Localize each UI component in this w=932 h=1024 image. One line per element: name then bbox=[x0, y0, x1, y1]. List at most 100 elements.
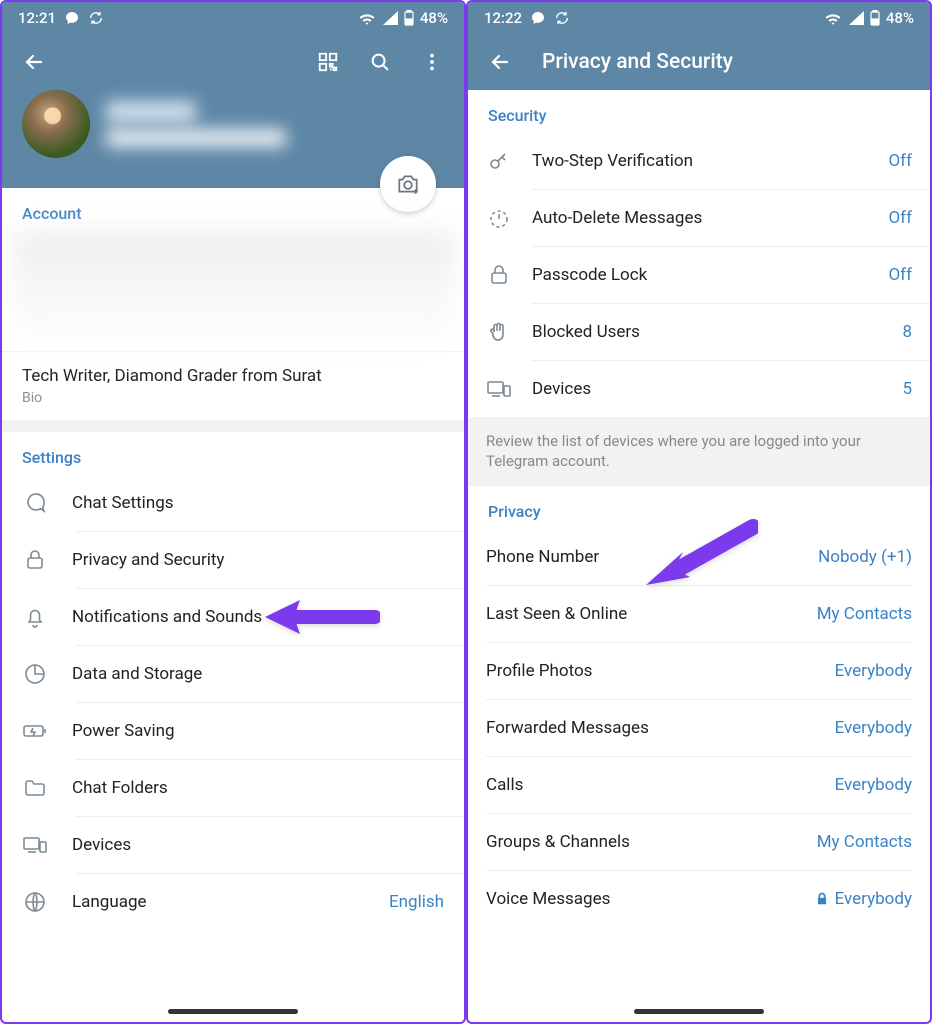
row-label: Calls bbox=[486, 775, 835, 795]
key-icon bbox=[487, 149, 511, 173]
row-label: Auto-Delete Messages bbox=[532, 208, 868, 228]
row-value: My Contacts bbox=[817, 832, 912, 852]
folder-icon bbox=[23, 776, 47, 800]
settings-item-notifications[interactable]: Notifications and Sounds bbox=[2, 589, 464, 645]
row-value: My Contacts bbox=[817, 604, 912, 624]
globe-icon bbox=[23, 890, 47, 914]
settings-item-label: Data and Storage bbox=[72, 664, 444, 684]
status-bar: 12:21 48% bbox=[2, 2, 464, 34]
profile-row bbox=[2, 90, 464, 158]
lock-icon bbox=[487, 263, 511, 287]
profile-header: 12:21 48% bbox=[2, 2, 464, 188]
search-button[interactable] bbox=[358, 40, 402, 84]
settings-screen: 12:21 48% bbox=[0, 0, 466, 1024]
settings-item-data[interactable]: Data and Storage bbox=[2, 646, 464, 702]
chat-bubble-icon bbox=[530, 10, 546, 26]
settings-item-label: Power Saving bbox=[72, 721, 444, 741]
row-two-step[interactable]: Two-Step Verification Off bbox=[468, 133, 930, 189]
row-value: Off bbox=[888, 151, 912, 171]
settings-item-label: Notifications and Sounds bbox=[72, 607, 444, 627]
arrow-left-icon bbox=[488, 50, 512, 74]
settings-item-language[interactable]: Language English bbox=[2, 874, 464, 930]
row-label: Two-Step Verification bbox=[532, 151, 868, 171]
settings-section-header: Settings bbox=[2, 432, 464, 475]
lock-icon bbox=[23, 548, 47, 572]
battery-percent: 48% bbox=[420, 9, 448, 27]
settings-item-value: English bbox=[389, 892, 444, 912]
chat-icon bbox=[23, 491, 47, 515]
row-label: Profile Photos bbox=[486, 661, 835, 681]
nav-handle[interactable] bbox=[168, 1009, 298, 1014]
row-autodelete[interactable]: Auto-Delete Messages Off bbox=[468, 190, 930, 246]
row-label: Last Seen & Online bbox=[486, 604, 817, 624]
profile-status-blurred bbox=[106, 129, 286, 147]
row-value: Everybody bbox=[835, 775, 912, 795]
camera-plus-icon bbox=[395, 171, 421, 197]
row-value: Off bbox=[888, 208, 912, 228]
settings-item-label: Chat Folders bbox=[72, 778, 444, 798]
devices-icon bbox=[22, 833, 48, 857]
row-phone-number[interactable]: Phone Number Nobody (+1) bbox=[468, 529, 930, 585]
row-groups[interactable]: Groups & Channels My Contacts bbox=[468, 814, 930, 870]
row-value: 5 bbox=[902, 379, 912, 399]
security-section-header: Security bbox=[468, 90, 930, 133]
row-value: Everybody bbox=[815, 889, 912, 909]
row-forwarded[interactable]: Forwarded Messages Everybody bbox=[468, 700, 930, 756]
sync-icon bbox=[554, 10, 570, 26]
battery-icon bbox=[404, 10, 414, 26]
battery-charge-icon bbox=[22, 719, 48, 743]
row-calls[interactable]: Calls Everybody bbox=[468, 757, 930, 813]
wifi-icon bbox=[358, 11, 376, 25]
back-button[interactable] bbox=[12, 40, 56, 84]
signal-icon bbox=[382, 11, 398, 25]
settings-item-privacy[interactable]: Privacy and Security bbox=[2, 532, 464, 588]
devices-icon bbox=[486, 377, 512, 401]
row-label: Devices bbox=[532, 379, 882, 399]
row-value: Everybody bbox=[835, 661, 912, 681]
row-label: Passcode Lock bbox=[532, 265, 868, 285]
settings-item-chat[interactable]: Chat Settings bbox=[2, 475, 464, 531]
toolbar bbox=[2, 34, 464, 90]
status-time: 12:22 bbox=[484, 9, 522, 27]
qr-button[interactable] bbox=[306, 40, 350, 84]
row-label: Blocked Users bbox=[532, 322, 882, 342]
battery-icon bbox=[870, 10, 880, 26]
more-vertical-icon bbox=[421, 51, 443, 73]
row-blocked[interactable]: Blocked Users 8 bbox=[468, 304, 930, 360]
settings-item-devices[interactable]: Devices bbox=[2, 817, 464, 873]
row-label: Voice Messages bbox=[486, 889, 815, 909]
more-button[interactable] bbox=[410, 40, 454, 84]
row-label: Forwarded Messages bbox=[486, 718, 835, 738]
settings-item-label: Language bbox=[72, 892, 365, 912]
row-value: 8 bbox=[902, 322, 912, 342]
change-photo-button[interactable] bbox=[380, 156, 436, 212]
settings-item-label: Chat Settings bbox=[72, 493, 444, 513]
toolbar: 12:22 48% Privacy and Security bbox=[468, 2, 930, 90]
settings-item-power[interactable]: Power Saving bbox=[2, 703, 464, 759]
search-icon bbox=[369, 51, 391, 73]
row-value: Everybody bbox=[835, 718, 912, 738]
row-label: Phone Number bbox=[486, 547, 818, 567]
hand-icon bbox=[487, 320, 511, 344]
bio-row[interactable]: Tech Writer, Diamond Grader from Surat B… bbox=[2, 351, 464, 420]
settings-item-folders[interactable]: Chat Folders bbox=[2, 760, 464, 816]
row-last-seen[interactable]: Last Seen & Online My Contacts bbox=[468, 586, 930, 642]
chat-bubble-icon bbox=[64, 10, 80, 26]
row-devices[interactable]: Devices 5 bbox=[468, 361, 930, 417]
row-value: Off bbox=[888, 265, 912, 285]
bio-label: Bio bbox=[22, 390, 444, 406]
profile-name-blurred bbox=[106, 101, 196, 123]
nav-handle[interactable] bbox=[634, 1009, 764, 1014]
status-time: 12:21 bbox=[18, 9, 56, 27]
avatar[interactable] bbox=[22, 90, 90, 158]
back-button[interactable] bbox=[478, 40, 522, 84]
pie-chart-icon bbox=[23, 662, 47, 686]
row-passcode[interactable]: Passcode Lock Off bbox=[468, 247, 930, 303]
row-profile-photos[interactable]: Profile Photos Everybody bbox=[468, 643, 930, 699]
privacy-section-header: Privacy bbox=[468, 486, 930, 529]
status-bar: 12:22 48% bbox=[468, 2, 930, 34]
row-voice-messages[interactable]: Voice Messages Everybody bbox=[468, 871, 930, 927]
timer-icon bbox=[487, 206, 511, 230]
privacy-security-screen: 12:22 48% Privacy and Security Security … bbox=[466, 0, 932, 1024]
sync-icon bbox=[88, 10, 104, 26]
